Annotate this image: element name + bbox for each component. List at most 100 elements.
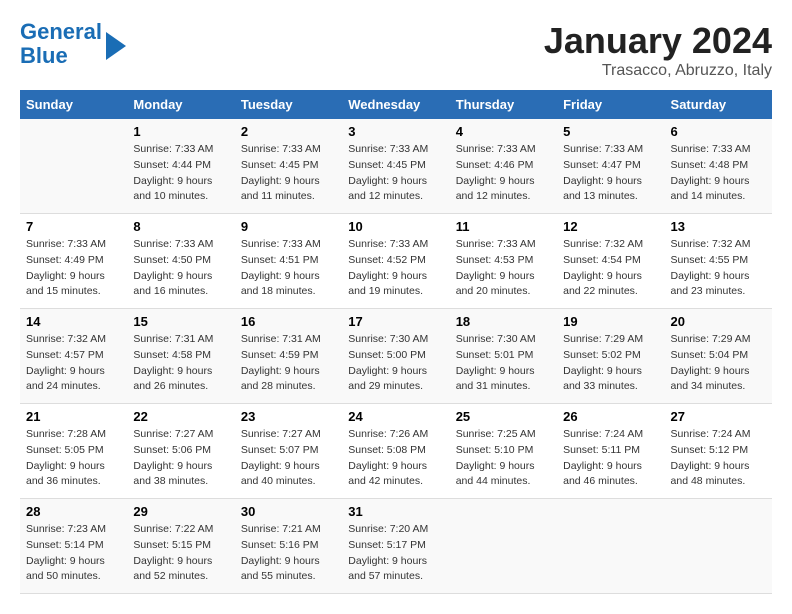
day-number: 8 <box>133 219 228 234</box>
day-number: 23 <box>241 409 336 424</box>
day-info: Sunrise: 7:29 AMSunset: 5:02 PMDaylight:… <box>563 332 658 395</box>
day-number: 15 <box>133 314 228 329</box>
calendar-cell: 19 Sunrise: 7:29 AMSunset: 5:02 PMDayligh… <box>557 309 664 404</box>
calendar-cell: 31 Sunrise: 7:20 AMSunset: 5:17 PMDayligh… <box>342 499 449 594</box>
day-number: 31 <box>348 504 443 519</box>
day-info: Sunrise: 7:27 AMSunset: 5:06 PMDaylight:… <box>133 427 228 490</box>
calendar-cell: 14 Sunrise: 7:32 AMSunset: 4:57 PMDayligh… <box>20 309 127 404</box>
calendar-header-row: SundayMondayTuesdayWednesdayThursdayFrid… <box>20 90 772 119</box>
day-info: Sunrise: 7:33 AMSunset: 4:44 PMDaylight:… <box>133 142 228 205</box>
calendar-cell: 28 Sunrise: 7:23 AMSunset: 5:14 PMDayligh… <box>20 499 127 594</box>
day-number: 30 <box>241 504 336 519</box>
day-of-week-header: Thursday <box>450 90 557 119</box>
day-info: Sunrise: 7:33 AMSunset: 4:46 PMDaylight:… <box>456 142 551 205</box>
calendar-week-row: 28 Sunrise: 7:23 AMSunset: 5:14 PMDayligh… <box>20 499 772 594</box>
calendar-cell: 22 Sunrise: 7:27 AMSunset: 5:06 PMDayligh… <box>127 404 234 499</box>
logo-line2: Blue <box>20 43 68 68</box>
day-info: Sunrise: 7:24 AMSunset: 5:11 PMDaylight:… <box>563 427 658 490</box>
calendar-cell: 6 Sunrise: 7:33 AMSunset: 4:48 PMDaylight… <box>665 119 772 214</box>
day-number: 20 <box>671 314 766 329</box>
page-title: January 2024 <box>544 20 772 62</box>
day-info: Sunrise: 7:32 AMSunset: 4:54 PMDaylight:… <box>563 237 658 300</box>
day-number: 6 <box>671 124 766 139</box>
day-of-week-header: Monday <box>127 90 234 119</box>
day-info: Sunrise: 7:33 AMSunset: 4:51 PMDaylight:… <box>241 237 336 300</box>
day-number: 17 <box>348 314 443 329</box>
day-number: 4 <box>456 124 551 139</box>
day-number: 16 <box>241 314 336 329</box>
day-info: Sunrise: 7:28 AMSunset: 5:05 PMDaylight:… <box>26 427 121 490</box>
day-info: Sunrise: 7:31 AMSunset: 4:58 PMDaylight:… <box>133 332 228 395</box>
day-number: 5 <box>563 124 658 139</box>
calendar-cell: 26 Sunrise: 7:24 AMSunset: 5:11 PMDayligh… <box>557 404 664 499</box>
day-number: 25 <box>456 409 551 424</box>
calendar-cell: 2Sunrise: 7:33 AMSunset: 4:45 PMDaylight… <box>235 119 342 214</box>
calendar-cell: 1 Sunrise: 7:33 AMSunset: 4:44 PMDaylight… <box>127 119 234 214</box>
day-info: Sunrise: 7:31 AMSunset: 4:59 PMDaylight:… <box>241 332 336 395</box>
day-info: Sunrise: 7:29 AMSunset: 5:04 PMDaylight:… <box>671 332 766 395</box>
day-of-week-header: Tuesday <box>235 90 342 119</box>
logo: General Blue <box>20 20 126 68</box>
day-info: Sunrise: 7:23 AMSunset: 5:14 PMDaylight:… <box>26 522 121 585</box>
day-info: Sunrise: 7:32 AMSunset: 4:57 PMDaylight:… <box>26 332 121 395</box>
logo-line1: General <box>20 19 102 44</box>
calendar-cell: 7 Sunrise: 7:33 AMSunset: 4:49 PMDaylight… <box>20 214 127 309</box>
calendar-cell: 27Sunrise: 7:24 AMSunset: 5:12 PMDayligh… <box>665 404 772 499</box>
calendar-cell: 29Sunrise: 7:22 AMSunset: 5:15 PMDayligh… <box>127 499 234 594</box>
day-info: Sunrise: 7:33 AMSunset: 4:45 PMDaylight:… <box>348 142 443 205</box>
day-number: 21 <box>26 409 121 424</box>
page-subtitle: Trasacco, Abruzzo, Italy <box>544 62 772 80</box>
day-number: 24 <box>348 409 443 424</box>
day-info: Sunrise: 7:33 AMSunset: 4:47 PMDaylight:… <box>563 142 658 205</box>
day-info: Sunrise: 7:33 AMSunset: 4:49 PMDaylight:… <box>26 237 121 300</box>
calendar-cell: 16 Sunrise: 7:31 AMSunset: 4:59 PMDayligh… <box>235 309 342 404</box>
title-block: January 2024 Trasacco, Abruzzo, Italy <box>544 20 772 80</box>
calendar-cell: 25Sunrise: 7:25 AMSunset: 5:10 PMDayligh… <box>450 404 557 499</box>
day-info: Sunrise: 7:30 AMSunset: 5:01 PMDaylight:… <box>456 332 551 395</box>
calendar-cell <box>450 499 557 594</box>
calendar-cell <box>557 499 664 594</box>
day-info: Sunrise: 7:33 AMSunset: 4:45 PMDaylight:… <box>241 142 336 205</box>
calendar-cell: 13 Sunrise: 7:32 AMSunset: 4:55 PMDayligh… <box>665 214 772 309</box>
day-number: 7 <box>26 219 121 234</box>
logo-arrow-icon <box>106 32 126 60</box>
calendar-cell: 18 Sunrise: 7:30 AMSunset: 5:01 PMDayligh… <box>450 309 557 404</box>
day-of-week-header: Sunday <box>20 90 127 119</box>
day-of-week-header: Friday <box>557 90 664 119</box>
day-info: Sunrise: 7:33 AMSunset: 4:50 PMDaylight:… <box>133 237 228 300</box>
calendar-week-row: 7 Sunrise: 7:33 AMSunset: 4:49 PMDaylight… <box>20 214 772 309</box>
calendar-cell: 3Sunrise: 7:33 AMSunset: 4:45 PMDaylight… <box>342 119 449 214</box>
day-info: Sunrise: 7:21 AMSunset: 5:16 PMDaylight:… <box>241 522 336 585</box>
day-number: 28 <box>26 504 121 519</box>
calendar-cell: 4 Sunrise: 7:33 AMSunset: 4:46 PMDaylight… <box>450 119 557 214</box>
day-number: 12 <box>563 219 658 234</box>
logo-text: General Blue <box>20 20 102 68</box>
calendar-cell: 23Sunrise: 7:27 AMSunset: 5:07 PMDayligh… <box>235 404 342 499</box>
day-number: 1 <box>133 124 228 139</box>
day-number: 22 <box>133 409 228 424</box>
day-info: Sunrise: 7:26 AMSunset: 5:08 PMDaylight:… <box>348 427 443 490</box>
calendar-cell: 8 Sunrise: 7:33 AMSunset: 4:50 PMDaylight… <box>127 214 234 309</box>
day-number: 9 <box>241 219 336 234</box>
calendar-week-row: 21 Sunrise: 7:28 AMSunset: 5:05 PMDayligh… <box>20 404 772 499</box>
day-info: Sunrise: 7:32 AMSunset: 4:55 PMDaylight:… <box>671 237 766 300</box>
day-info: Sunrise: 7:33 AMSunset: 4:48 PMDaylight:… <box>671 142 766 205</box>
calendar-cell: 12 Sunrise: 7:32 AMSunset: 4:54 PMDayligh… <box>557 214 664 309</box>
day-number: 13 <box>671 219 766 234</box>
day-info: Sunrise: 7:30 AMSunset: 5:00 PMDaylight:… <box>348 332 443 395</box>
day-info: Sunrise: 7:20 AMSunset: 5:17 PMDaylight:… <box>348 522 443 585</box>
calendar-week-row: 14 Sunrise: 7:32 AMSunset: 4:57 PMDayligh… <box>20 309 772 404</box>
day-of-week-header: Saturday <box>665 90 772 119</box>
day-number: 19 <box>563 314 658 329</box>
day-info: Sunrise: 7:24 AMSunset: 5:12 PMDaylight:… <box>671 427 766 490</box>
day-number: 10 <box>348 219 443 234</box>
day-info: Sunrise: 7:33 AMSunset: 4:53 PMDaylight:… <box>456 237 551 300</box>
page-header: General Blue January 2024 Trasacco, Abru… <box>20 20 772 80</box>
calendar-cell <box>665 499 772 594</box>
day-number: 26 <box>563 409 658 424</box>
calendar-cell: 11 Sunrise: 7:33 AMSunset: 4:53 PMDayligh… <box>450 214 557 309</box>
day-number: 18 <box>456 314 551 329</box>
day-info: Sunrise: 7:22 AMSunset: 5:15 PMDaylight:… <box>133 522 228 585</box>
day-number: 14 <box>26 314 121 329</box>
day-number: 11 <box>456 219 551 234</box>
